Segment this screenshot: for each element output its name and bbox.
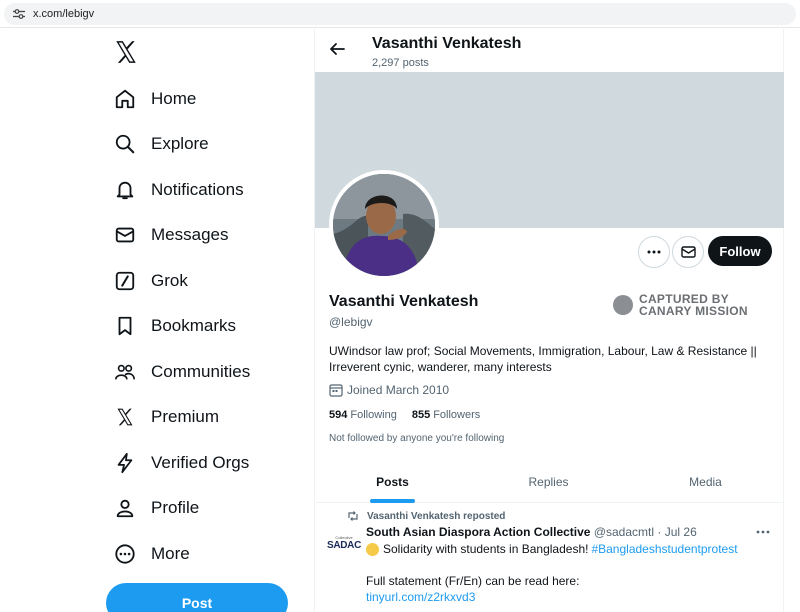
url-text: x.com/lebigv	[33, 8, 95, 20]
more-dots-icon	[647, 250, 661, 254]
follow-button[interactable]: Follow	[708, 236, 772, 266]
person-icon	[113, 496, 137, 520]
envelope-icon	[680, 246, 696, 258]
sidebar-item-premium[interactable]: Premium	[113, 402, 219, 432]
sidebar-item-grok[interactable]: Grok	[113, 266, 188, 296]
sidebar-item-label: Explore	[151, 134, 209, 153]
profile-column: Vasanthi Venkatesh 2,297 posts Follow Va…	[314, 29, 784, 612]
following-link[interactable]: 594 Following	[329, 409, 397, 421]
back-arrow-icon[interactable]	[329, 41, 345, 57]
tweet-link[interactable]: tinyurl.com/z2rkxvd3	[366, 590, 475, 604]
tweet-text-line: Full statement (Fr/En) can be read here:	[366, 574, 580, 588]
sidebar-item-label: Premium	[151, 407, 220, 426]
sidebar-item-label: More	[151, 544, 190, 563]
tweet-author-avatar[interactable]: Collective SADAC	[327, 528, 361, 558]
sidebar-item-communities[interactable]: Communities	[113, 357, 250, 387]
sidebar-item-label: Home	[151, 89, 197, 108]
profile-bio: UWindsor law prof; Social Movements, Imm…	[329, 344, 757, 374]
profile-handle: @lebigv	[329, 315, 373, 329]
sidebar-item-label: Messages	[151, 225, 229, 244]
site-settings-icon[interactable]	[13, 9, 25, 19]
sidebar-item-explore[interactable]: Explore	[113, 129, 209, 159]
sidebar-item-bookmarks[interactable]: Bookmarks	[113, 311, 236, 341]
tab-posts[interactable]: Posts	[315, 461, 470, 503]
x-logo-icon	[113, 405, 137, 429]
tweet-more-icon[interactable]	[756, 530, 770, 534]
tweet-date[interactable]: Jul 26	[665, 525, 697, 539]
more-circle-icon	[113, 542, 137, 566]
sidebar-item-label: Grok	[151, 271, 188, 290]
tweet-text: Solidarity with students in Bangladesh! …	[366, 542, 738, 556]
sidebar-item-more[interactable]: More	[113, 539, 190, 569]
search-icon	[113, 132, 137, 156]
sidebar-item-profile[interactable]: Profile	[113, 493, 199, 523]
tweet-author-name[interactable]: South Asian Diaspora Action Collective	[366, 525, 590, 539]
bell-icon	[113, 178, 137, 202]
repost-icon	[348, 511, 358, 521]
sidebar-item-verified-orgs[interactable]: Verified Orgs	[113, 448, 249, 478]
more-options-button[interactable]	[638, 236, 670, 268]
calendar-icon	[329, 384, 343, 397]
not-followed-note: Not followed by anyone you're following	[329, 433, 505, 444]
canary-mission-watermark: CAPTURED BY CANARY MISSION	[613, 293, 748, 317]
address-field[interactable]: x.com/lebigv	[4, 3, 796, 25]
canary-mission-logo-icon	[613, 295, 633, 315]
people-icon	[113, 360, 137, 384]
browser-url-bar: x.com/lebigv	[0, 0, 800, 28]
follow-stats: 594 Following 855 Followers	[329, 409, 480, 421]
watermark-text: CAPTURED BY CANARY MISSION	[639, 292, 748, 318]
x-logo-icon[interactable]	[113, 39, 139, 65]
sidebar-item-messages[interactable]: Messages	[113, 220, 228, 250]
avatar[interactable]	[329, 170, 439, 280]
message-button[interactable]	[672, 236, 704, 268]
repost-indicator: Vasanthi Venkatesh reposted	[347, 510, 505, 522]
lightning-icon	[113, 451, 137, 475]
envelope-icon	[113, 223, 137, 247]
tweet-author-handle[interactable]: @sadacmtl	[594, 525, 654, 539]
followers-link[interactable]: 855 Followers	[412, 409, 480, 421]
posts-count: 2,297 posts	[372, 57, 429, 69]
raised-fist-emoji-icon	[366, 542, 379, 556]
sidebar-item-label: Bookmarks	[151, 316, 237, 335]
sidebar-item-home[interactable]: Home	[113, 84, 196, 114]
sidebar-item-label: Communities	[151, 362, 251, 381]
sidebar-item-label: Notifications	[151, 180, 244, 199]
sidebar-item-notifications[interactable]: Notifications	[113, 175, 244, 205]
tab-media[interactable]: Media	[627, 461, 784, 503]
sidebar-item-label: Verified Orgs	[151, 453, 250, 472]
header-title: Vasanthi Venkatesh	[372, 35, 522, 52]
profile-tabs: Posts Replies Media	[315, 461, 784, 503]
post-button[interactable]: Post	[106, 583, 288, 612]
home-icon	[113, 87, 137, 111]
bookmark-icon	[113, 314, 137, 338]
joined-date: Joined March 2010	[329, 383, 449, 397]
tab-replies[interactable]: Replies	[470, 461, 627, 503]
grok-icon	[113, 269, 137, 293]
tweet-header: South Asian Diaspora Action Collective @…	[366, 525, 697, 539]
sidebar-item-label: Profile	[151, 498, 200, 517]
active-tab-indicator	[370, 499, 415, 503]
hashtag-link[interactable]: #Bangladeshstudentprotest	[591, 542, 737, 556]
profile-name: Vasanthi Venkatesh	[329, 293, 479, 310]
